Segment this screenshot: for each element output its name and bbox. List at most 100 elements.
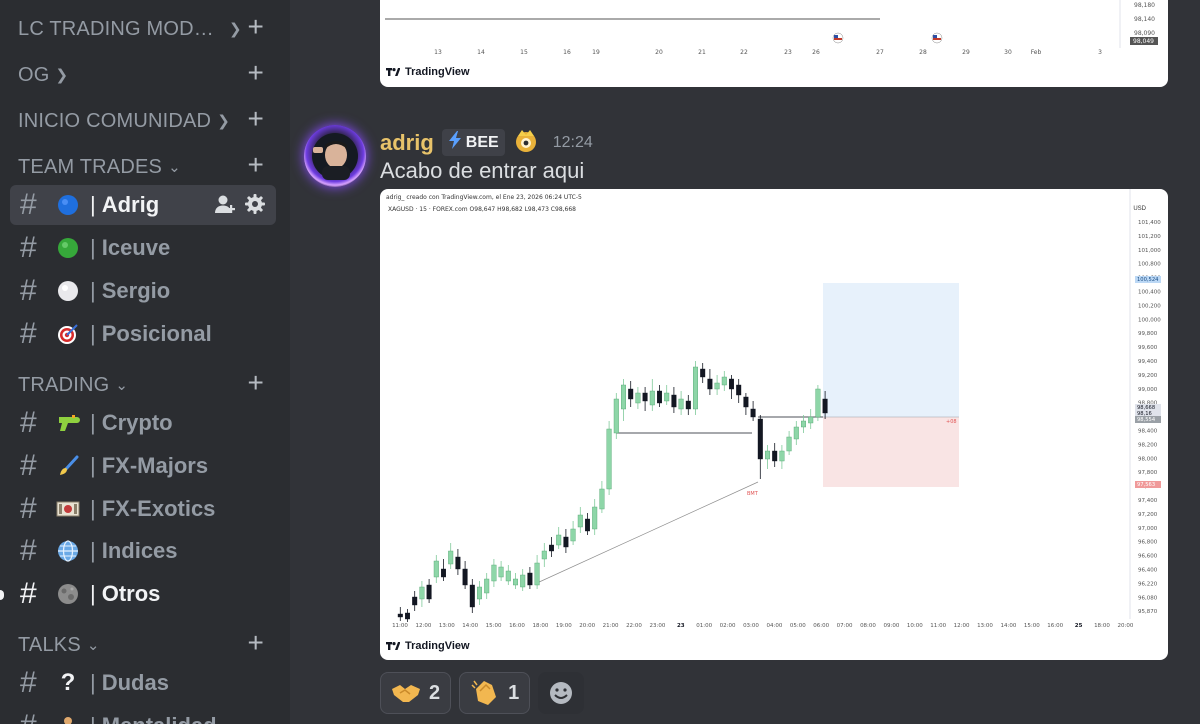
candle-body — [462, 568, 468, 586]
x-tick-label: 20 — [655, 49, 663, 56]
channel-dudas[interactable]: # ? | Dudas — [10, 663, 276, 703]
text-channel-icon: # — [20, 534, 37, 567]
reaction-clapping[interactable]: 1 — [459, 672, 531, 714]
candle-body — [714, 382, 720, 390]
candle-body — [613, 398, 619, 434]
candle-body — [577, 514, 583, 528]
y-tick-label: 99,800 — [1138, 331, 1158, 337]
y-tick-label: 96,400 — [1138, 568, 1158, 574]
add-channel-icon[interactable]: + — [247, 58, 264, 88]
x-tick-label: 21 — [698, 49, 706, 56]
category-team-trades[interactable]: TEAM TRADES ⌄ + — [18, 150, 270, 182]
gear-icon[interactable] — [244, 193, 266, 221]
candle-body — [801, 420, 807, 428]
text-channel-icon: # — [20, 317, 37, 350]
price-tag-label: 100,524 — [1137, 277, 1159, 283]
y-tick-label: 98,200 — [1138, 442, 1158, 448]
channel-fx-majors[interactable]: # | FX-Majors — [10, 446, 276, 486]
blue-circle-icon — [54, 191, 82, 219]
candle-body — [729, 378, 735, 390]
channel-adrig[interactable]: # | Adrig — [10, 185, 276, 225]
chart-image-embed[interactable]: adrig_ creado con TradingView.com, el En… — [380, 189, 1168, 660]
channel-indices[interactable]: # | Indices — [10, 531, 276, 571]
tradingview-mark-icon — [386, 68, 401, 76]
reaction-bar: 2 1 — [380, 672, 585, 714]
y-tick-label: 96,800 — [1138, 540, 1158, 546]
category-og[interactable]: OG ❯ + — [18, 58, 270, 90]
text-channel-icon: # — [20, 577, 37, 610]
x-tick-label: 06:00 — [813, 623, 829, 629]
channel-separator: | — [90, 538, 96, 563]
candle-body — [405, 612, 411, 620]
channel-sergio[interactable]: # | Sergio — [10, 271, 276, 311]
y-tick-label: 101,200 — [1138, 234, 1161, 240]
channel-name: Dudas — [101, 670, 169, 695]
category-lc-trading-model[interactable]: LC TRADING MODEL ... ❯ + — [18, 12, 270, 44]
x-tick-label: 20:00 — [579, 623, 595, 629]
previous-chart-embed[interactable]: 13 14 15 16 19 20 21 22 23 26 27 28 29 30 Feb 3 98,180 98… — [380, 0, 1168, 87]
category-talks[interactable]: TALKS ⌄ + — [18, 628, 270, 660]
tradingview-label: TradingView — [405, 640, 470, 652]
candle-body — [678, 398, 684, 410]
add-channel-icon[interactable]: + — [247, 12, 264, 42]
crown-badge-icon[interactable] — [513, 127, 539, 158]
invite-member-icon[interactable] — [214, 193, 236, 221]
text-channel-icon: # — [20, 231, 37, 264]
candle-body — [534, 562, 540, 586]
candle-body — [815, 388, 821, 418]
category-inicio-comunidad[interactable]: INICIO COMUNIDAD ❯ + — [18, 104, 270, 136]
category-label: LC TRADING MODEL ... — [18, 17, 223, 40]
add-channel-icon[interactable]: + — [247, 368, 264, 398]
candle-body — [441, 568, 447, 578]
channel-name: FX-Majors — [101, 453, 209, 478]
category-label: INICIO COMUNIDAD — [18, 109, 212, 132]
x-tick-label: 18:00 — [532, 623, 548, 629]
add-channel-icon[interactable]: + — [247, 628, 264, 658]
x-tick-label: 15:00 — [486, 623, 502, 629]
channel-name: Sergio — [101, 278, 171, 303]
bee-tag-badge[interactable]: BEE — [441, 129, 505, 156]
x-tick-label: 19:00 — [556, 623, 572, 629]
add-reaction-button[interactable] — [538, 672, 585, 714]
candle-body — [476, 586, 482, 600]
y-tick-label: 98,140 — [1134, 16, 1155, 23]
channel-separator: | — [90, 670, 96, 695]
y-tick-label: 96,600 — [1138, 554, 1158, 560]
candle-body — [541, 550, 547, 560]
channel-iceuve[interactable]: # | Iceuve — [10, 228, 276, 268]
stop-zone — [823, 417, 959, 487]
candle-body — [426, 584, 432, 600]
author-name[interactable]: adrig — [380, 130, 434, 156]
chevron-down-icon: ⌄ — [168, 159, 181, 176]
candle-body — [757, 418, 763, 460]
y-tick-label: 96,220 — [1138, 581, 1158, 587]
x-tick-label: 15 — [520, 49, 528, 56]
message-header: adrig BEE 12:24 — [380, 127, 593, 158]
x-tick-label: 18:00 — [1094, 623, 1110, 629]
x-tick-label: 23 — [677, 623, 685, 629]
x-tick-label: 26 — [812, 49, 820, 56]
x-tick-label: 12:00 — [415, 623, 431, 629]
entry-annotation: +08 — [946, 419, 957, 425]
channel-mentalidad[interactable]: # | Mentalidad — [10, 706, 276, 724]
channel-posicional[interactable]: # | Posicional — [10, 314, 276, 354]
x-tick-label: 09:00 — [883, 623, 899, 629]
candle-body — [505, 570, 511, 582]
candle-body — [491, 564, 497, 582]
channel-crypto[interactable]: # | Crypto — [10, 403, 276, 443]
candle-body — [671, 394, 677, 408]
add-channel-icon[interactable]: + — [247, 104, 264, 134]
category-trading[interactable]: TRADING ⌄ + — [18, 368, 270, 400]
x-tick-label: 15:00 — [1024, 623, 1040, 629]
channel-fx-exotics[interactable]: # | FX-Exotics — [10, 489, 276, 529]
reaction-handshake[interactable]: 2 — [380, 672, 452, 714]
text-channel-icon: # — [20, 274, 37, 307]
x-tick-label: 14 — [477, 49, 485, 56]
white-circle-icon — [54, 277, 82, 305]
candle-body — [664, 392, 670, 402]
lightning-icon — [448, 131, 462, 154]
channel-otros[interactable]: # | Otros — [10, 574, 276, 614]
avatar[interactable] — [304, 125, 366, 187]
channel-separator: | — [90, 235, 96, 260]
add-channel-icon[interactable]: + — [247, 150, 264, 180]
